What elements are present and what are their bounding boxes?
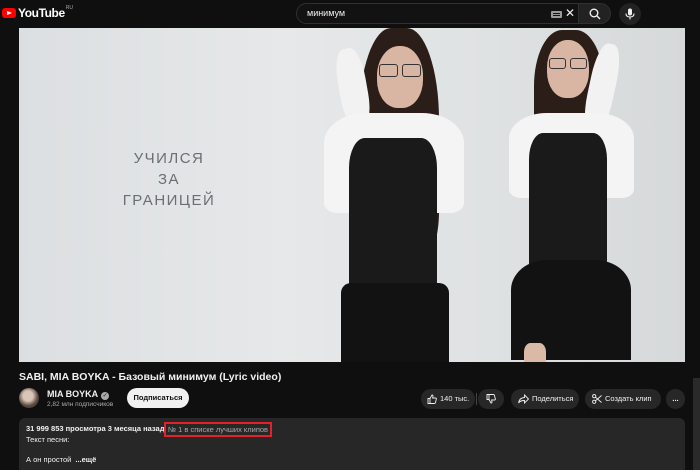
play-logo-icon (2, 8, 16, 18)
search-query[interactable]: минимум (307, 8, 345, 18)
channel-avatar[interactable] (19, 388, 39, 408)
share-label: Поделиться (532, 394, 574, 403)
page-scrollbar[interactable] (693, 378, 700, 470)
like-divider (476, 393, 477, 405)
channel-name[interactable]: MIA BOYKA (47, 389, 98, 399)
subscriber-count: 2,82 млн подписчиков (47, 401, 114, 408)
subscribe-button[interactable]: Подписаться (127, 388, 189, 408)
create-clip-label: Создать клип (605, 394, 652, 403)
description-line-2: А он простой ...ещё (26, 455, 96, 464)
masthead: YouTube RU минимум ✕ (0, 0, 700, 28)
logo-text: YouTube (18, 6, 65, 20)
verified-icon: ✓ (101, 392, 110, 400)
like-button[interactable]: 140 тыс. (421, 389, 475, 409)
video-frame-person-left (289, 28, 489, 362)
keyboard-icon[interactable] (551, 11, 562, 18)
description-box[interactable]: 31 999 853 просмотра 3 месяца назад № 1 … (19, 418, 685, 470)
video-player[interactable]: УЧИЛСЯ ЗА ГРАНИЦЕЙ (19, 28, 685, 362)
top-clips-rank-link[interactable]: № 1 в списке лучших клипов (164, 422, 273, 437)
video-title: SABI, MIA BOYKA - Базовый минимум (Lyric… (19, 371, 282, 383)
channel-name-row[interactable]: MIA BOYKA ✓ (47, 389, 110, 400)
show-more-link[interactable]: ...ещё (75, 455, 96, 464)
share-button[interactable]: Поделиться (511, 389, 579, 409)
close-icon[interactable]: ✕ (565, 6, 575, 21)
youtube-logo[interactable]: YouTube RU (2, 5, 73, 20)
description-line-1: Текст песни: (26, 435, 70, 444)
microphone-icon (625, 8, 635, 20)
video-frame-person-right (489, 28, 679, 362)
search-button[interactable] (579, 3, 611, 24)
create-clip-button[interactable]: Создать клип (585, 389, 661, 409)
search-icon (589, 8, 601, 20)
caption-line-1: УЧИЛСЯ (133, 150, 205, 167)
more-actions-button[interactable]: ... (666, 389, 685, 409)
like-count: 140 тыс. (440, 394, 470, 403)
thumbs-down-icon (486, 394, 496, 404)
logo-region: RU (65, 5, 73, 11)
voice-search-button[interactable] (619, 3, 641, 25)
scissors-icon (592, 394, 602, 404)
share-icon (518, 394, 529, 404)
video-overlay-caption: УЧИЛСЯ ЗА ГРАНИЦЕЙ (109, 148, 229, 211)
dislike-button[interactable] (478, 389, 504, 409)
description-text: А он простой (26, 455, 72, 464)
caption-line-2: ЗА ГРАНИЦЕЙ (122, 171, 216, 209)
thumbs-up-icon (427, 394, 437, 404)
view-count-date: 31 999 853 просмотра 3 месяца назад (26, 424, 165, 433)
search-input[interactable]: минимум ✕ (296, 3, 579, 24)
